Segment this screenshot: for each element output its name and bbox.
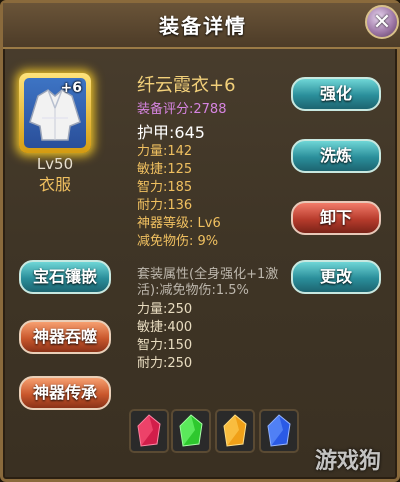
stat-physical-reduction: 减免物伤: 9% bbox=[137, 234, 219, 249]
stat-agility: 敏捷:125 bbox=[137, 162, 193, 177]
gem-slot-4[interactable] bbox=[259, 409, 299, 453]
set-stat-stamina: 耐力:250 bbox=[137, 356, 193, 371]
unequip-button[interactable]: 卸下 bbox=[291, 201, 381, 235]
enhance-level-badge: +6 bbox=[60, 80, 82, 96]
blue-gem-icon bbox=[267, 414, 291, 447]
stat-stamina: 耐力:136 bbox=[137, 198, 193, 213]
stat-artifact-level: 神器等级: Lv6 bbox=[137, 216, 221, 231]
base-stats: 力量:142 敏捷:125 智力:185 耐力:136 神器等级: Lv6 减免… bbox=[137, 143, 221, 251]
red-gem-icon bbox=[137, 414, 161, 447]
watermark: 游戏狗 bbox=[315, 449, 382, 474]
set-stat-strength: 力量:250 bbox=[137, 302, 193, 317]
header-bar: 装备详情 ✕ bbox=[3, 3, 400, 49]
artifact-devour-button[interactable]: 神器吞噬 bbox=[19, 320, 111, 354]
equipment-detail-panel: 装备详情 ✕ +6 Lv50 衣服 纤云霞衣+6 装备评分:2788 护甲:64… bbox=[0, 0, 400, 482]
green-gem-icon bbox=[179, 414, 203, 447]
refine-button[interactable]: 洗炼 bbox=[291, 139, 381, 173]
enhance-button[interactable]: 强化 bbox=[291, 77, 381, 111]
item-name: 纤云霞衣+6 bbox=[137, 75, 236, 96]
equipment-score: 装备评分:2788 bbox=[137, 102, 227, 117]
change-button[interactable]: 更改 bbox=[291, 260, 381, 294]
stat-strength: 力量:142 bbox=[137, 144, 193, 159]
set-stat-intellect: 智力:150 bbox=[137, 338, 193, 353]
item-icon-slot[interactable]: +6 bbox=[19, 73, 91, 153]
close-icon: ✕ bbox=[372, 10, 392, 35]
clothing-icon: +6 bbox=[24, 78, 86, 148]
item-slot-type: 衣服 bbox=[38, 175, 71, 194]
orange-gem-icon bbox=[223, 414, 247, 447]
set-bonus-description: 套装属性(全身强化+1激活):减免物伤:1.5% bbox=[137, 267, 279, 298]
set-bonus-stats: 力量:250 敏捷:400 智力:150 耐力:250 bbox=[137, 301, 192, 373]
page-title: 装备详情 bbox=[159, 14, 247, 38]
gem-slot-1[interactable] bbox=[129, 409, 169, 453]
stat-intellect: 智力:185 bbox=[137, 180, 193, 195]
gem-slot-2[interactable] bbox=[171, 409, 211, 453]
artifact-inherit-button[interactable]: 神器传承 bbox=[19, 376, 111, 410]
gem-slot-3[interactable] bbox=[215, 409, 255, 453]
armor-value: 护甲:645 bbox=[137, 123, 205, 142]
gem-inlay-button[interactable]: 宝石镶嵌 bbox=[19, 260, 111, 294]
close-button[interactable]: ✕ bbox=[365, 5, 399, 39]
set-stat-agility: 敏捷:400 bbox=[137, 320, 193, 335]
